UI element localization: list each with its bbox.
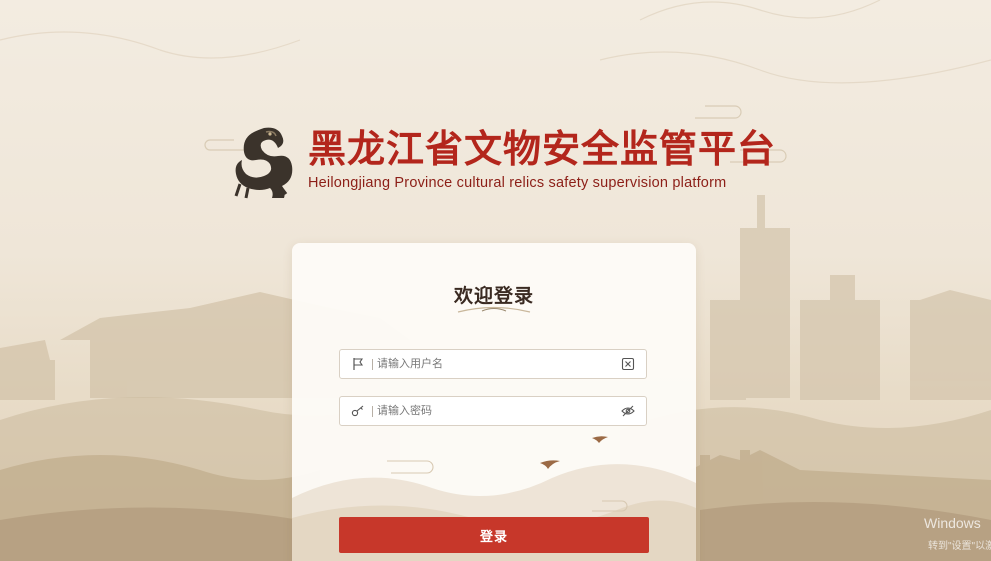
login-button[interactable]: 登录 <box>339 517 649 553</box>
login-card: 欢迎登录 登录 <box>292 243 696 561</box>
welcome-heading: 欢迎登录 <box>453 285 534 307</box>
username-input[interactable] <box>377 350 607 378</box>
windows-activation-hint: 转到"设置"以激活 W <box>928 541 991 552</box>
platform-subtitle: Heilongjiang Province cultural relics sa… <box>308 175 727 191</box>
username-field[interactable] <box>339 349 647 379</box>
heading-ornament <box>457 306 531 313</box>
key-icon <box>351 405 364 417</box>
windows-activation-watermark: Windows <box>924 515 981 531</box>
password-input[interactable] <box>377 397 607 425</box>
clear-input-icon[interactable] <box>621 357 635 371</box>
brand-header: 黑龙江省文物安全监管平台 Heilongjiang Province cultu… <box>226 120 786 204</box>
input-separator <box>372 406 373 417</box>
dragon-emblem-icon <box>234 127 293 199</box>
input-separator <box>372 359 373 370</box>
eye-hidden-icon[interactable] <box>621 404 635 418</box>
flag-icon <box>353 358 364 370</box>
platform-title: 黑龙江省文物安全监管平台 <box>308 126 777 171</box>
password-field[interactable] <box>339 396 647 426</box>
